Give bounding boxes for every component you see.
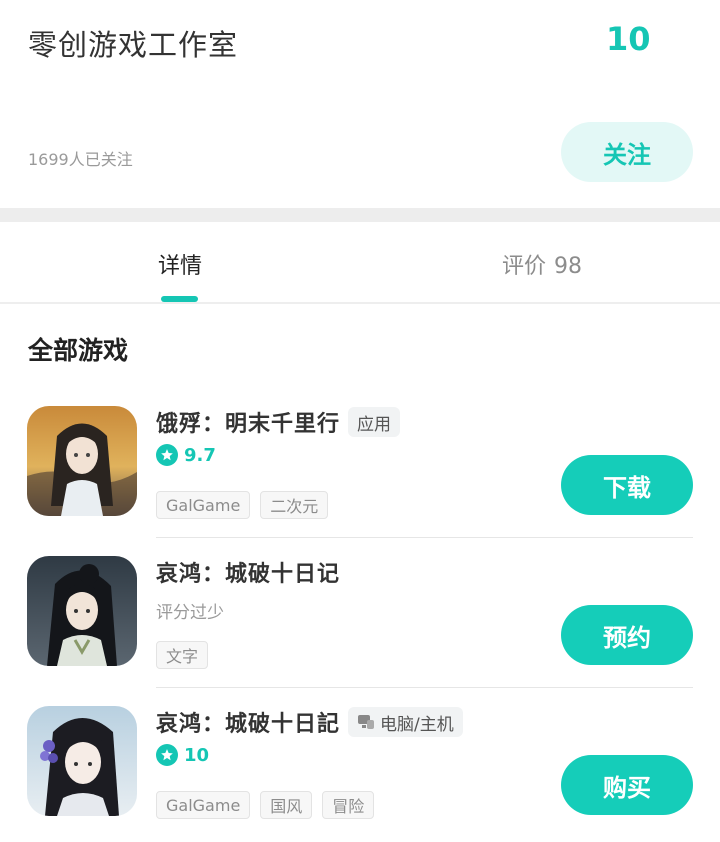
tag[interactable]: GalGame	[156, 491, 251, 519]
game-title[interactable]: 哀鸿：城破十日記	[156, 706, 340, 738]
tag[interactable]: 冒险	[322, 791, 375, 819]
game-rating: 9.7	[156, 444, 216, 466]
star-icon	[156, 744, 178, 766]
tag[interactable]: 国风	[260, 791, 313, 819]
tab-reviews-label: 评价	[502, 254, 547, 279]
studio-header: 零创游戏工作室 10 1699人已关注 关注	[0, 0, 720, 208]
game-count: 10	[606, 20, 651, 58]
tag-list: GalGame 国风 冒险	[156, 791, 384, 819]
tab-bar: 详情 评价 98	[0, 222, 720, 304]
tab-details-label: 详情	[158, 254, 203, 279]
rating-value: 9.7	[184, 444, 216, 466]
tag[interactable]: GalGame	[156, 791, 251, 819]
game-item[interactable]: 哀鸿：城破十日記 电脑/主机 10 GalGame 国风 冒险 购买	[0, 688, 720, 838]
platform-badge: 电脑/主机	[348, 707, 463, 737]
section-title: 全部游戏	[28, 336, 129, 365]
tab-reviews-count: 98	[554, 254, 583, 279]
studio-name: 零创游戏工作室	[28, 28, 239, 62]
follower-count: 1699人已关注	[28, 150, 133, 169]
game-cover-icon[interactable]	[27, 706, 137, 816]
buy-button[interactable]: 购买	[561, 755, 693, 815]
rating-status: 评分过少	[156, 603, 224, 623]
game-title[interactable]: 哀鸿：城破十日记	[156, 556, 340, 588]
game-cover-icon[interactable]	[27, 556, 137, 666]
follow-button[interactable]: 关注	[561, 122, 693, 182]
tag[interactable]: 二次元	[260, 491, 329, 519]
pc-console-icon	[358, 715, 375, 729]
active-tab-indicator	[161, 296, 198, 302]
game-title[interactable]: 饿殍：明末千里行	[156, 406, 340, 438]
platform-badge: 应用	[348, 407, 401, 437]
tab-details[interactable]: 详情	[158, 248, 202, 280]
tag-list: GalGame 二次元	[156, 491, 338, 519]
tag-list: 文字	[156, 641, 218, 669]
rating-value: 10	[184, 744, 210, 766]
game-item[interactable]: 哀鸿：城破十日记 评分过少 文字 预约	[0, 538, 720, 688]
game-cover-icon[interactable]	[27, 406, 137, 516]
section-divider	[0, 208, 720, 222]
tag[interactable]: 文字	[156, 641, 209, 669]
star-icon	[156, 444, 178, 466]
tab-reviews[interactable]: 评价 98	[502, 248, 582, 280]
reserve-button[interactable]: 预约	[561, 605, 693, 665]
download-button[interactable]: 下载	[561, 455, 693, 515]
game-rating: 10	[156, 744, 209, 766]
game-item[interactable]: 饿殍：明末千里行 应用 9.7 GalGame 二次元 下载	[0, 388, 720, 538]
platform-badge-label: 电脑/主机	[380, 714, 454, 735]
